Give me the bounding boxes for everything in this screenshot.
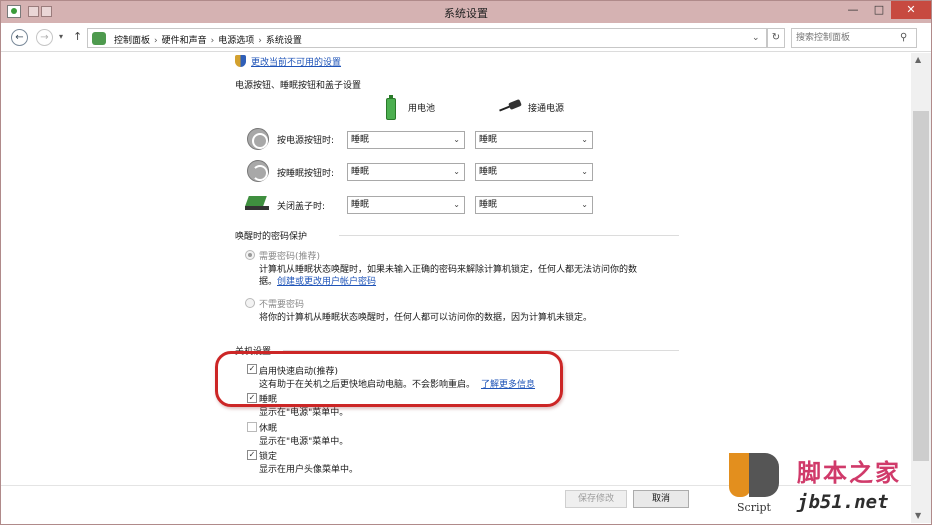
power-section-title: 电源按钮、睡眠按钮和盖子设置 (235, 81, 362, 91)
refresh-button[interactable]: ↻ (767, 28, 785, 48)
require-password-description-line2: 据。 (259, 277, 278, 287)
watermark-site-url: jb51.net (797, 491, 889, 513)
address-field[interactable]: 控制面板 › 硬件和声音 › 电源选项 › 系统设置 ⌄ (87, 28, 767, 48)
chevron-down-icon: ⌄ (453, 200, 460, 209)
battery-icon (386, 95, 396, 120)
watermark-site-name: 脚本之家 (797, 459, 901, 487)
breadcrumb-item-system-settings[interactable]: 系统设置 (266, 36, 302, 46)
address-history-chevron-icon[interactable]: ⌄ (752, 33, 760, 43)
close-button[interactable]: ✕ (891, 1, 931, 19)
select-value: 睡眠 (351, 135, 370, 145)
hibernate-description: 显示在"电源"菜单中。 (259, 437, 349, 447)
highlight-annotation (215, 351, 563, 407)
scroll-down-arrow-icon[interactable]: ▼ (915, 511, 921, 520)
chevron-down-icon: ⌄ (581, 200, 588, 209)
control-panel-icon (92, 32, 106, 45)
minimize-button[interactable]: — (839, 1, 867, 19)
cancel-button[interactable]: 取消 (633, 490, 689, 508)
sleep-button-icon (247, 160, 269, 182)
search-icon[interactable]: ⚲ (900, 32, 907, 43)
watermark-logo-b (749, 453, 779, 497)
breadcrumb-item-control-panel[interactable]: 控制面板 (114, 36, 150, 46)
power-button-plugged-select[interactable]: 睡眠 ⌄ (475, 131, 593, 149)
up-button[interactable]: ↑ (73, 30, 82, 43)
watermark-logo-j (729, 453, 751, 497)
lock-description: 显示在用户头像菜单中。 (259, 465, 359, 475)
select-value: 睡眠 (351, 200, 370, 210)
select-value: 睡眠 (479, 135, 498, 145)
forward-button[interactable]: → (36, 29, 53, 46)
title-bar: 系统设置 — □ ✕ (1, 1, 931, 23)
breadcrumb-item-hardware-sound[interactable]: 硬件和声音 (162, 36, 207, 46)
power-button-row-label: 按电源按钮时: (277, 136, 335, 146)
section-divider (339, 235, 679, 236)
breadcrumb-separator[interactable]: › (258, 36, 262, 46)
scrollbar-thumb[interactable] (913, 111, 929, 461)
breadcrumb-item-power-options[interactable]: 电源选项 (218, 36, 254, 46)
lid-close-plugged-select[interactable]: 睡眠 ⌄ (475, 196, 593, 214)
vertical-scrollbar[interactable]: ▲ ▼ (911, 53, 931, 523)
require-password-label: 需要密码(推荐) (259, 252, 321, 262)
lid-close-battery-select[interactable]: 睡眠 ⌄ (347, 196, 465, 214)
hibernate-label: 休眠 (259, 424, 278, 434)
chevron-down-icon: ⌄ (581, 135, 588, 144)
power-plug-icon (499, 101, 523, 111)
select-value: 睡眠 (479, 167, 498, 177)
maximize-button[interactable]: □ (867, 1, 891, 19)
sleep-button-row-label: 按睡眠按钮时: (277, 169, 335, 179)
require-password-radio[interactable] (245, 250, 255, 260)
change-unavailable-settings-link[interactable]: 更改当前不可用的设置 (251, 55, 341, 68)
no-password-label: 不需要密码 (259, 300, 305, 310)
no-password-radio[interactable] (245, 298, 255, 308)
search-input[interactable] (792, 29, 896, 47)
breadcrumb-separator[interactable]: › (211, 36, 215, 46)
watermark-script-text: Script (737, 501, 771, 514)
window-title: 系统设置 (444, 7, 488, 20)
uac-shield-icon (235, 55, 246, 67)
recent-locations-dropdown[interactable]: ▾ (59, 32, 63, 41)
lid-close-row-label: 关闭盖子时: (277, 202, 326, 212)
chevron-down-icon: ⌄ (581, 167, 588, 176)
column-header-battery: 用电池 (408, 104, 436, 114)
sleep-button-battery-select[interactable]: 睡眠 ⌄ (347, 163, 465, 181)
sleep-button-plugged-select[interactable]: 睡眠 ⌄ (475, 163, 593, 181)
column-header-plugged-in: 接通电源 (528, 104, 565, 114)
create-change-password-link[interactable]: 创建或更改用户帐户密码 (277, 274, 376, 287)
hibernate-checkbox[interactable] (247, 422, 257, 432)
scroll-up-arrow-icon[interactable]: ▲ (915, 55, 921, 64)
address-toolbar: ← → ▾ ↑ 控制面板›硬件和声音›电源选项›系统设置 ⌄ ↻ ⚲ (1, 24, 931, 52)
breadcrumb-separator[interactable]: › (154, 36, 158, 46)
no-password-description: 将你的计算机从睡眠状态唤醒时，任何人都可以访问你的数据，因为计算机未锁定。 (259, 313, 593, 323)
breadcrumb: 控制面板 › 硬件和声音 › 电源选项 › 系统设置 (114, 33, 302, 46)
power-button-icon (247, 128, 269, 150)
window: 系统设置 — □ ✕ ← → ▾ ↑ 控制面板 › 硬件和声音 › 电源选项 › 系统设置 … (0, 0, 932, 525)
password-section-title: 唤醒时的密码保护 (235, 232, 308, 242)
power-button-battery-select[interactable]: 睡眠 ⌄ (347, 131, 465, 149)
select-value: 睡眠 (351, 167, 370, 177)
chevron-down-icon: ⌄ (453, 167, 460, 176)
save-changes-button[interactable]: 保存修改 (565, 490, 627, 508)
back-button[interactable]: ← (11, 29, 28, 46)
search-box[interactable]: ⚲ (791, 28, 917, 48)
lock-checkbox[interactable]: ✓ (247, 450, 257, 460)
laptop-lid-icon (245, 196, 269, 212)
lock-label: 锁定 (259, 452, 278, 462)
chevron-down-icon: ⌄ (453, 135, 460, 144)
select-value: 睡眠 (479, 200, 498, 210)
